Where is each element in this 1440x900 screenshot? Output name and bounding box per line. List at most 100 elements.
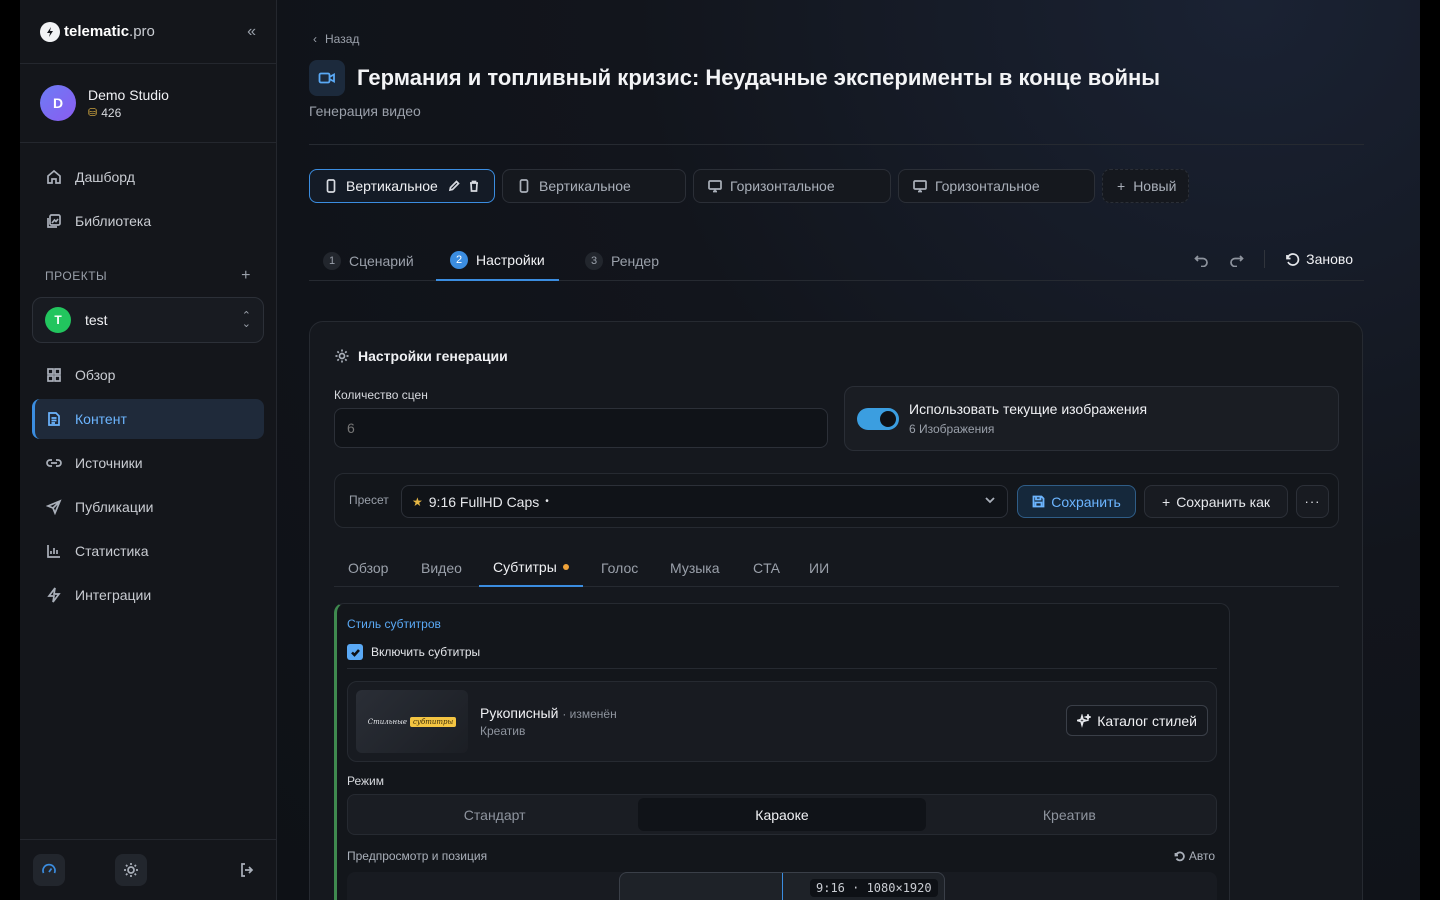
nav-item-content[interactable]: Контент (32, 399, 264, 439)
checkbox-checked-icon (347, 644, 363, 660)
nav-label: Интеграции (75, 587, 152, 603)
collapse-sidebar-icon[interactable]: « (247, 23, 256, 41)
resolution-badge: 9:16 · 1080×1920 (810, 879, 938, 897)
subtab-music[interactable]: Музыка (670, 549, 720, 587)
save-preset-button[interactable]: Сохранить (1017, 485, 1136, 518)
video-camera-icon (309, 60, 345, 96)
step-number: 1 (323, 251, 341, 270)
version-tab-2[interactable]: Вертикальное (502, 169, 686, 203)
send-icon (45, 498, 63, 516)
enable-subtitles-label: Включить субтитры (371, 645, 481, 659)
scene-count-label: Количество сцен (334, 388, 428, 402)
use-images-switch[interactable] (857, 407, 899, 430)
project-nav: Обзор Контент Источники Публикации Стати… (20, 349, 276, 615)
credits-count: 426 (101, 105, 122, 120)
version-tab-label: Вертикальное (346, 178, 438, 194)
redo-icon[interactable] (1229, 252, 1244, 267)
chevron-left-icon: ‹ (313, 32, 317, 46)
project-selector[interactable]: T test ⌃ ⌄ (32, 297, 264, 343)
style-preview-thumbnail: Стильные субтитры (356, 690, 468, 753)
scene-count-input[interactable] (334, 408, 828, 448)
link-icon (45, 454, 63, 472)
save-as-preset-button[interactable]: + Сохранить как (1144, 485, 1288, 518)
step-actions: Заново (1194, 240, 1353, 278)
mode-segmented-control: Стандарт Караоке Креатив (347, 794, 1217, 835)
nav-item-dashboard[interactable]: Дашборд (32, 157, 264, 197)
speedometer-icon[interactable] (33, 854, 65, 886)
sparkles-icon (1077, 713, 1092, 728)
step-number: 3 (585, 251, 603, 270)
nav-item-integrations[interactable]: Интеграции (32, 575, 264, 615)
subtab-voice[interactable]: Голос (601, 549, 638, 587)
nav-item-sources[interactable]: Источники (32, 443, 264, 483)
pencil-icon[interactable] (448, 180, 460, 192)
center-guide-line (782, 873, 783, 900)
nav-item-library[interactable]: Библиотека (32, 201, 264, 241)
style-catalog-button[interactable]: Каталог стилей (1066, 705, 1208, 736)
subtab-label: Субтитры (493, 559, 557, 575)
credits: ⛁ 426 (88, 106, 169, 120)
modified-label: · изменён (562, 707, 617, 721)
nav-label: Статистика (75, 543, 149, 559)
nav-label: Обзор (75, 367, 116, 383)
subtab-overview[interactable]: Обзор (348, 549, 388, 587)
new-version-button[interactable]: + Новый (1102, 169, 1189, 203)
subtab-video[interactable]: Видео (421, 549, 462, 587)
more-options-icon[interactable]: ··· (1296, 485, 1329, 518)
step-label: Рендер (611, 252, 659, 269)
phone-preview-frame[interactable]: 9:16 · 1080×1920 (619, 872, 945, 900)
nav-item-publications[interactable]: Публикации (32, 487, 264, 527)
subtab-ai[interactable]: ИИ (809, 549, 829, 587)
auto-position-button[interactable]: Авто (1174, 849, 1215, 863)
restart-button[interactable]: Заново (1285, 251, 1353, 267)
nav-label: Библиотека (75, 213, 152, 229)
step-script[interactable]: 1 Сценарий (323, 240, 414, 281)
preset-value: 9:16 FullHD Caps (428, 493, 540, 510)
step-number: 2 (450, 250, 468, 269)
version-tab-3[interactable]: Горизонтальное (693, 169, 891, 203)
divider (309, 144, 1364, 145)
settings-subtabs: Обзор Видео Субтитры Голос Музыка CTA ИИ (334, 549, 1339, 587)
auto-label: Авто (1188, 849, 1215, 863)
chevron-up-down-icon: ⌃ ⌄ (241, 310, 251, 330)
theme-toggle-icon[interactable] (115, 854, 147, 886)
step-render[interactable]: 3 Рендер (585, 240, 659, 281)
undo-icon[interactable] (1194, 252, 1209, 267)
version-tab-label: Горизонтальное (935, 178, 1040, 194)
logo-row: telematic.pro « (20, 0, 276, 64)
mode-karaoke[interactable]: Караоке (638, 798, 926, 831)
back-label: Назад (325, 32, 360, 46)
phone-icon (326, 179, 336, 193)
window-frame-right (1420, 0, 1440, 900)
sidebar-footer (20, 839, 276, 900)
subtab-subtitles[interactable]: Субтитры (479, 549, 583, 587)
sidebar: telematic.pro « D Demo Studio ⛁ 426 Дашб… (20, 0, 277, 900)
subtitle-style-card: Стильные субтитры Рукописный · изменён К… (347, 681, 1217, 762)
mode-standard[interactable]: Стандарт (351, 798, 638, 831)
title-row: Германия и топливный кризис: Неудачные э… (309, 60, 1160, 96)
logout-icon[interactable] (231, 854, 263, 886)
save-as-label: Сохранить как (1176, 493, 1270, 510)
enable-subtitles-checkbox[interactable]: Включить субтитры (347, 644, 480, 660)
account-switcher[interactable]: D Demo Studio ⛁ 426 (20, 64, 276, 143)
version-tab-4[interactable]: Горизонтальное (898, 169, 1095, 203)
preset-select[interactable]: ★ 9:16 FullHD Caps • (401, 485, 1008, 518)
monitor-icon (913, 180, 927, 193)
step-label: Сценарий (349, 252, 414, 269)
divider (347, 668, 1217, 669)
new-version-label: Новый (1133, 178, 1177, 194)
trash-icon[interactable] (468, 180, 480, 192)
mode-creative[interactable]: Креатив (926, 798, 1213, 831)
step-settings[interactable]: 2 Настройки (436, 240, 559, 281)
version-tab-label: Горизонтальное (730, 178, 835, 194)
catalog-label: Каталог стилей (1097, 712, 1197, 729)
version-tab-label: Вертикальное (539, 178, 631, 194)
nav-label: Источники (75, 455, 143, 471)
back-link[interactable]: ‹ Назад (313, 32, 359, 46)
version-tab-1[interactable]: Вертикальное (309, 169, 495, 203)
add-project-icon[interactable]: + (241, 267, 251, 285)
nav-item-overview[interactable]: Обзор (32, 355, 264, 395)
nav-item-statistics[interactable]: Статистика (32, 531, 264, 571)
phone-icon (519, 179, 529, 193)
subtab-cta[interactable]: CTA (753, 549, 780, 587)
